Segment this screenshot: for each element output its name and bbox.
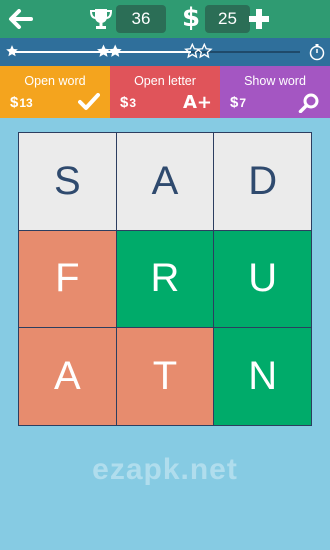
a-plus-icon: A+ <box>182 92 212 113</box>
magnifier-icon <box>298 93 319 113</box>
checkmark-icon <box>78 93 100 110</box>
show-word-price: $7 <box>230 94 247 111</box>
open-letter-button[interactable]: Open letter $3 A+ <box>110 66 220 118</box>
open-word-price: $13 <box>10 94 33 111</box>
stopwatch-icon <box>309 44 325 61</box>
letter-grid: S A D F R U A T N <box>18 132 312 426</box>
top-bar: 36 $ 25 <box>0 0 330 38</box>
open-word-label: Open word <box>24 74 86 88</box>
score-counter: 36 <box>116 5 166 33</box>
show-word-button[interactable]: Show word $7 <box>220 66 330 118</box>
two-stars-outline-icon <box>184 43 213 59</box>
progress-track <box>12 51 300 53</box>
open-word-button[interactable]: Open word $13 <box>0 66 110 118</box>
letter-tile[interactable]: R <box>116 230 214 328</box>
open-letter-label: Open letter <box>134 74 196 88</box>
trophy-icon <box>89 9 113 29</box>
coins-counter: 25 <box>205 5 250 33</box>
arrow-left-icon <box>9 9 33 29</box>
letter-tile[interactable]: F <box>19 230 116 328</box>
letter-tile[interactable]: S <box>19 133 116 230</box>
dollar-icon: $ <box>182 3 201 33</box>
plus-icon[interactable] <box>247 7 271 31</box>
two-stars-icon <box>97 44 122 57</box>
letter-tile[interactable]: N <box>214 328 311 425</box>
open-letter-price: $3 <box>120 94 137 111</box>
back-button[interactable] <box>6 7 36 31</box>
letter-tile[interactable]: T <box>116 328 214 425</box>
watermark: ezapk.net <box>92 453 238 486</box>
letter-tile[interactable]: A <box>19 328 116 425</box>
letter-tile[interactable]: D <box>214 133 311 230</box>
letter-tile[interactable]: U <box>214 230 311 328</box>
letter-tile[interactable]: A <box>116 133 214 230</box>
show-word-label: Show word <box>244 74 306 88</box>
star-icon <box>6 45 18 57</box>
level-progress-bar <box>0 38 330 66</box>
